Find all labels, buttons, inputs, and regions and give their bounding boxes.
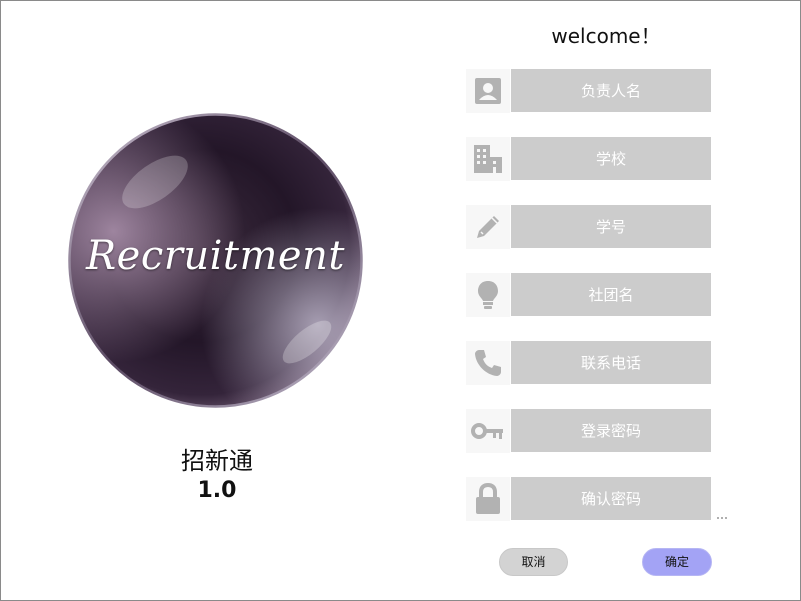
form-row-club-name	[466, 273, 712, 317]
form-row-confirm-password	[466, 477, 712, 521]
building-icon	[466, 137, 510, 181]
form-row-student-id	[466, 205, 712, 249]
form-row-phone	[466, 341, 712, 385]
pencil-icon	[466, 205, 510, 249]
cancel-button[interactable]: 取消	[499, 548, 568, 576]
key-icon	[466, 409, 510, 453]
lock-icon	[466, 477, 510, 521]
grip-dots	[717, 517, 729, 520]
person-card-icon	[466, 69, 510, 113]
form-row-password	[466, 409, 712, 453]
logo-text: Recruitment	[86, 233, 345, 279]
phone-icon	[466, 341, 510, 385]
phone-input[interactable]	[511, 341, 711, 384]
registration-window: Recruitment 招新通 1.0 welcome！ 负责人名 学校 学号 …	[0, 0, 801, 601]
lightbulb-icon	[466, 273, 510, 317]
form-row-school	[466, 137, 712, 181]
manager-name-input[interactable]	[511, 69, 711, 112]
club-name-input[interactable]	[511, 273, 711, 316]
app-name: 招新通	[181, 447, 253, 475]
welcome-heading: welcome！	[551, 24, 661, 48]
student-id-input[interactable]	[511, 205, 711, 248]
confirm-button[interactable]: 确定	[642, 548, 712, 576]
form-row-manager-name	[466, 69, 712, 113]
login-password-input[interactable]	[511, 409, 711, 452]
school-input[interactable]	[511, 137, 711, 180]
app-version: 1.0	[197, 478, 237, 503]
confirm-password-input[interactable]	[511, 477, 711, 520]
